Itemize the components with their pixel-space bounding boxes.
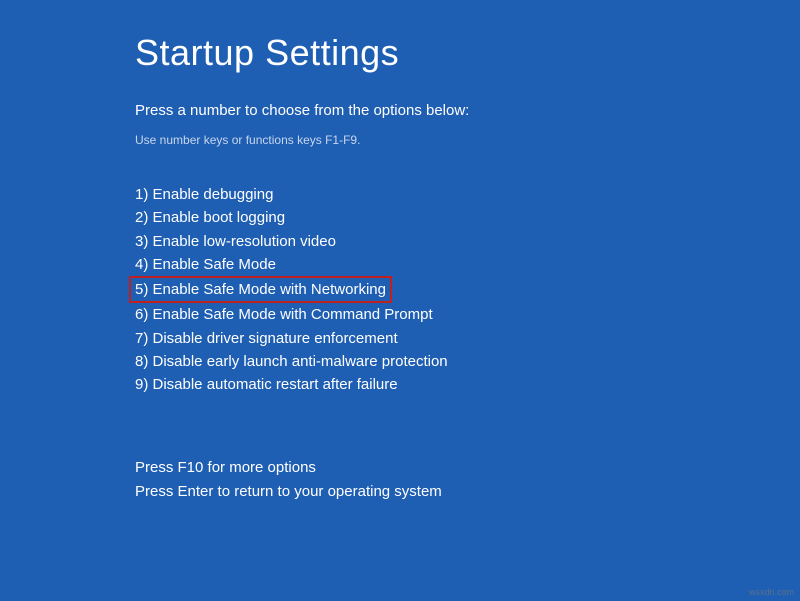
options-list: 1) Enable debugging 2) Enable boot loggi… [135, 183, 800, 396]
footer-f10: Press F10 for more options [135, 456, 800, 479]
footer-instructions: Press F10 for more options Press Enter t… [135, 456, 800, 503]
instruction-text: Press a number to choose from the option… [135, 102, 800, 119]
page-title: Startup Settings [135, 32, 800, 74]
option-1-debugging[interactable]: 1) Enable debugging [135, 183, 273, 206]
watermark: wsxdn.com [749, 587, 794, 597]
option-3-low-res-video[interactable]: 3) Enable low-resolution video [135, 230, 336, 253]
option-6-safe-mode-cmd[interactable]: 6) Enable Safe Mode with Command Prompt [135, 303, 433, 326]
option-7-disable-driver-sig[interactable]: 7) Disable driver signature enforcement [135, 327, 398, 350]
option-4-safe-mode[interactable]: 4) Enable Safe Mode [135, 253, 276, 276]
option-9-disable-auto-restart[interactable]: 9) Disable automatic restart after failu… [135, 373, 398, 396]
startup-settings-screen: Startup Settings Press a number to choos… [0, 0, 800, 503]
option-2-boot-logging[interactable]: 2) Enable boot logging [135, 206, 285, 229]
key-hint: Use number keys or functions keys F1-F9. [135, 133, 800, 147]
option-5-safe-mode-networking[interactable]: 5) Enable Safe Mode with Networking [129, 276, 392, 303]
option-8-disable-anti-malware[interactable]: 8) Disable early launch anti-malware pro… [135, 350, 448, 373]
footer-enter: Press Enter to return to your operating … [135, 480, 800, 503]
